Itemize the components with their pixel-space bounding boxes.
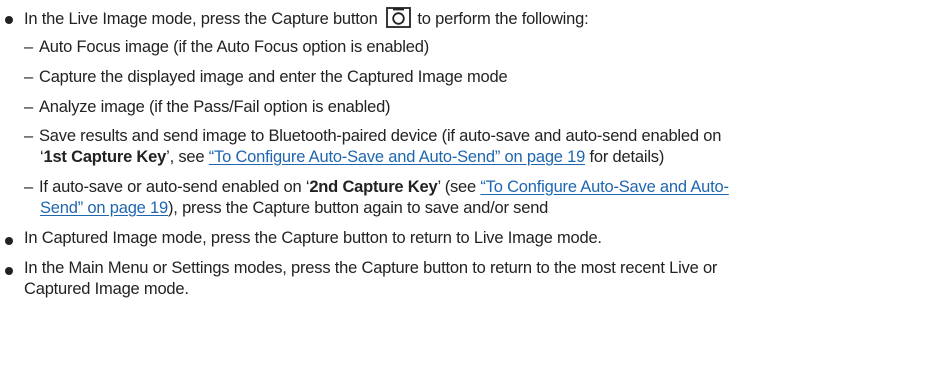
- subitem-5-line-2: Send” on page 19), press the Capture but…: [40, 198, 548, 218]
- subitem-5-post-text: ), press the Capture button again to sav…: [168, 199, 549, 217]
- subitem-3-text: Analyze image (if the Pass/Fail option i…: [38, 98, 391, 116]
- dash-marker: –: [24, 38, 33, 56]
- subitem-1: – Auto Focus image (if the Auto Focus opt…: [24, 37, 429, 57]
- bullet-3-text-line-2: Captured Image mode.: [24, 280, 189, 298]
- subitem-4-mid-text: ’, see: [166, 148, 209, 166]
- subitem-5-line-1: – If auto-save or auto-send enabled on ‘2…: [24, 177, 729, 197]
- subitem-4-line-2: ‘1st Capture Key’, see “To Configure Aut…: [40, 147, 664, 167]
- second-capture-key-label: 2nd Capture Key: [309, 178, 438, 196]
- bullet-point-3: [5, 267, 13, 275]
- subitem-2: – Capture the displayed image and enter t…: [24, 67, 508, 87]
- subitem-4-line-1: – Save results and send image to Bluetoot…: [24, 126, 721, 146]
- subitem-5-pre-text: If auto-save or auto-send enabled on ‘: [38, 178, 310, 196]
- dash-marker: –: [24, 98, 33, 116]
- subitem-4-post-text: for details): [585, 148, 665, 166]
- auto-save-config-link-part-2[interactable]: Send” on page 19: [40, 199, 168, 217]
- subitem-3: – Analyze image (if the Pass/Fail option …: [24, 97, 391, 117]
- camera-icon: [386, 7, 411, 33]
- subitem-1-text: Auto Focus image (if the Auto Focus opti…: [38, 38, 429, 56]
- bullet-1-text-after-icon: to perform the following:: [413, 10, 589, 28]
- bullet-point-1: [5, 16, 13, 24]
- subitem-2-text: Capture the displayed image and enter th…: [38, 68, 508, 86]
- bullet-1-text-before-icon: In the Live Image mode, press the Captur…: [24, 10, 378, 28]
- bullet-point-2: [5, 237, 13, 245]
- auto-save-config-link[interactable]: “To Configure Auto-Save and Auto-Send” o…: [209, 148, 586, 166]
- bullet-1-text: In the Live Image mode, press the Captur…: [24, 7, 589, 33]
- dash-marker: –: [24, 127, 33, 145]
- bullet-3-text-line-1: In the Main Menu or Settings modes, pres…: [24, 259, 718, 277]
- dash-marker: –: [24, 68, 33, 86]
- subitem-5-mid-text: ’ (see: [437, 178, 481, 196]
- document-body: In the Live Image mode, press the Captur…: [0, 0, 925, 371]
- auto-save-config-link-part-1[interactable]: “To Configure Auto-Save and Auto-: [480, 178, 729, 196]
- subitem-4-text-line-1: Save results and send image to Bluetooth…: [38, 127, 722, 145]
- dash-marker: –: [24, 178, 33, 196]
- bullet-2-text: In Captured Image mode, press the Captur…: [24, 229, 602, 247]
- first-capture-key-label: 1st Capture Key: [43, 148, 167, 166]
